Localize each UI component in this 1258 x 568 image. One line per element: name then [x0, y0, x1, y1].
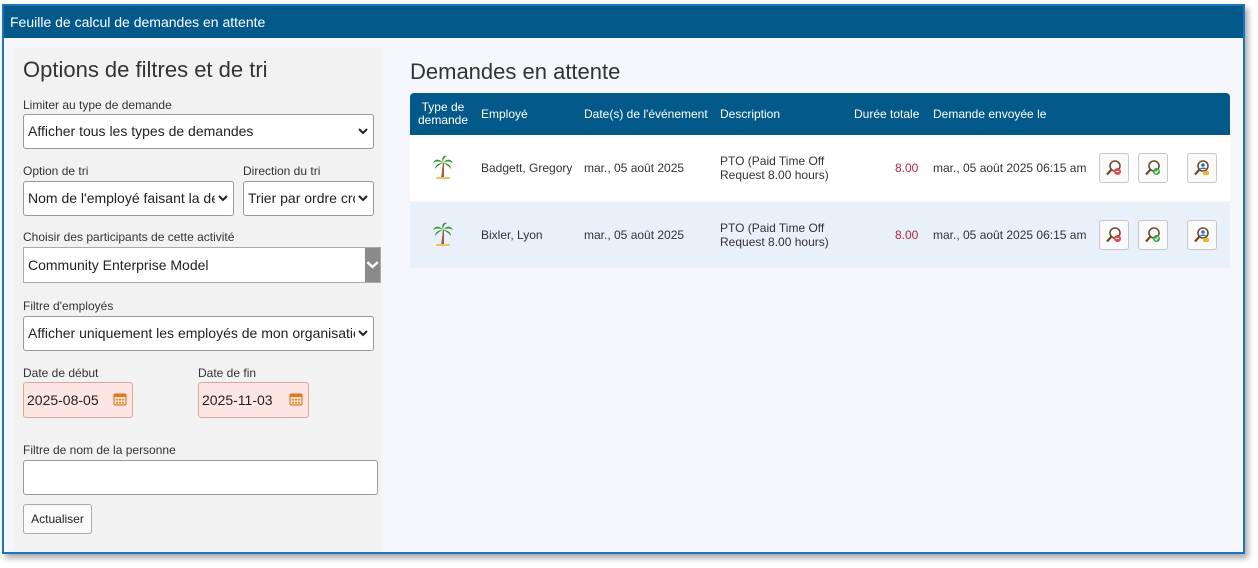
magnifier-approve-icon: [1145, 160, 1160, 176]
chevron-down-icon: [358, 329, 368, 336]
request-type-select[interactable]: Afficher tous les types de demandes: [23, 114, 374, 149]
description: PTO (Paid Time Off Request 8.00 hours): [720, 154, 829, 182]
event-date: mar., 05 août 2025: [584, 228, 685, 242]
end-date-label: Date de fin: [198, 366, 257, 380]
calendar-icon[interactable]: [113, 392, 127, 406]
request-type-label: Limiter au type de demande: [23, 98, 172, 112]
magnifier-person-icon: [1194, 227, 1209, 243]
sort-direction-label: Direction du tri: [243, 164, 321, 178]
chevron-down-icon: [366, 261, 379, 269]
chevron-down-icon: [358, 127, 368, 134]
employee-name: Badgett, Gregory: [481, 161, 573, 175]
column-header-type-line2: demande: [417, 113, 469, 127]
approve-request-button[interactable]: [1138, 220, 1168, 250]
filters-panel: Options de filtres et de tri Limiter au …: [14, 48, 381, 552]
palm-tree-icon: [433, 155, 453, 179]
description: PTO (Paid Time Off Request 8.00 hours): [720, 221, 829, 249]
approve-request-button[interactable]: [1138, 153, 1168, 183]
sort-direction-select[interactable]: Trier par ordre croissant: [243, 181, 374, 216]
event-date: mar., 05 août 2025: [584, 161, 685, 175]
refresh-button[interactable]: Actualiser: [23, 504, 92, 534]
start-date-input[interactable]: 2025-08-05: [23, 382, 133, 418]
requests-table-header: Type de demande Employé Date(s) de l'évé…: [410, 93, 1230, 135]
description-line1: PTO (Paid Time Off: [720, 221, 825, 235]
name-filter-input[interactable]: [23, 460, 378, 495]
view-person-request-button[interactable]: [1187, 153, 1217, 183]
column-header-description[interactable]: Description: [720, 93, 780, 135]
description-line2: Request 8.00 hours): [720, 235, 829, 249]
request-type-value: Afficher tous les types de demandes: [28, 123, 254, 139]
chevron-down-icon: [358, 194, 368, 201]
participants-value: Community Enterprise Model: [28, 257, 209, 273]
chevron-down-icon: [218, 194, 228, 201]
requests-heading: Demandes en attente: [410, 59, 621, 84]
participants-select[interactable]: Community Enterprise Model: [23, 247, 381, 283]
sent-datetime: mar., 05 août 2025 06:15 am: [933, 161, 1087, 175]
start-date-value: 2025-08-05: [27, 392, 99, 408]
employee-filter-select[interactable]: Afficher uniquement les employés de mon …: [23, 316, 374, 351]
employee-filter-label: Filtre d'employés: [23, 299, 114, 313]
end-date-value: 2025-11-03: [202, 392, 273, 408]
description-line1: PTO (Paid Time Off: [720, 154, 825, 168]
description-line2: Request 8.00 hours): [720, 168, 829, 182]
duration-total: 8.00: [895, 228, 919, 242]
participants-dropdown-button[interactable]: [365, 248, 380, 282]
magnifier-approve-icon: [1145, 227, 1160, 243]
duration-total: 8.00: [895, 161, 919, 175]
sent-datetime: mar., 05 août 2025 06:15 am: [933, 228, 1087, 242]
employee-filter-value: Afficher uniquement les employés de mon …: [28, 325, 355, 341]
table-row: Bixler, Lyon mar., 05 août 2025 PTO (Pai…: [410, 202, 1230, 268]
sort-direction-value: Trier par ordre croissant: [248, 190, 355, 206]
table-row: Badgett, Gregory mar., 05 août 2025 PTO …: [410, 135, 1230, 201]
sort-option-select[interactable]: Nom de l'employé faisant la demande: [23, 181, 234, 216]
pending-requests-window: Feuille de calcul de demandes en attente…: [2, 4, 1245, 554]
magnifier-person-icon: [1194, 160, 1209, 176]
name-filter-label: Filtre de nom de la personne: [23, 443, 176, 457]
start-date-label: Date de début: [23, 366, 99, 380]
reject-request-button[interactable]: [1099, 153, 1129, 183]
calendar-icon[interactable]: [289, 392, 303, 406]
sort-option-label: Option de tri: [23, 164, 89, 178]
palm-tree-icon: [433, 222, 453, 246]
magnifier-reject-icon: [1106, 227, 1121, 243]
sort-option-value: Nom de l'employé faisant la demande: [28, 190, 215, 206]
column-header-sent[interactable]: Demande envoyée le: [933, 93, 1046, 135]
filters-heading: Options de filtres et de tri: [23, 57, 268, 82]
employee-name: Bixler, Lyon: [481, 228, 543, 242]
end-date-input[interactable]: 2025-11-03: [198, 382, 309, 418]
column-header-dates[interactable]: Date(s) de l'événement: [584, 93, 708, 135]
column-header-employee[interactable]: Employé: [481, 93, 528, 135]
column-header-duration[interactable]: Durée totale: [854, 93, 919, 135]
magnifier-reject-icon: [1106, 160, 1121, 176]
window-title: Feuille de calcul de demandes en attente: [4, 6, 1243, 38]
participants-label: Choisir des participants de cette activi…: [23, 230, 235, 244]
reject-request-button[interactable]: [1099, 220, 1129, 250]
view-person-request-button[interactable]: [1187, 220, 1217, 250]
